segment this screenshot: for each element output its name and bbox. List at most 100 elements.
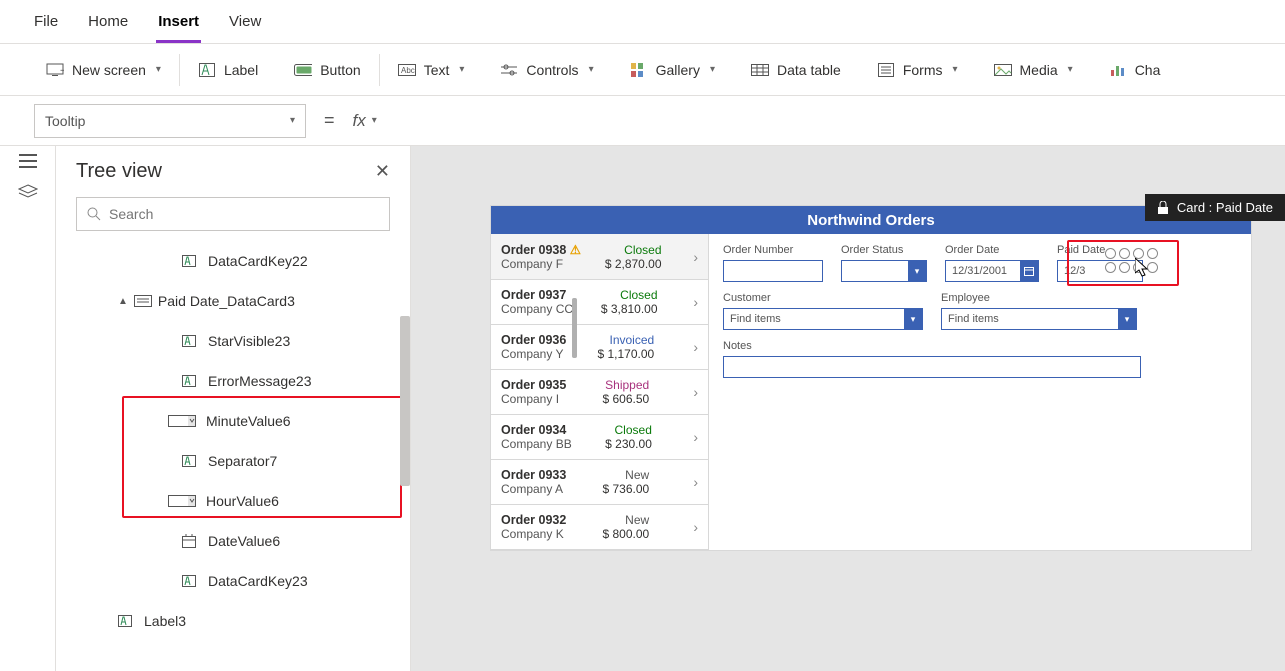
search-icon (87, 207, 101, 221)
table-icon (751, 63, 769, 77)
tree-item[interactable]: Separator7 (56, 441, 410, 481)
order-row[interactable]: Order 0936Company YInvoiced$ 1,170.00› (491, 325, 708, 370)
equals-label: = (324, 110, 335, 131)
fx-button[interactable]: fx ▾ (353, 111, 377, 131)
field-label: Order Number (723, 244, 823, 256)
order-row[interactable]: Order 0938 ⚠Company FClosed$ 2,870.00› (491, 234, 708, 280)
lock-icon (1157, 201, 1169, 215)
menu-home[interactable]: Home (88, 13, 128, 30)
chevron-down-icon: ▾ (1068, 64, 1073, 75)
calendar-icon (180, 534, 198, 548)
field-label: Order Status (841, 244, 927, 256)
tree-item[interactable]: DataCardKey22 (56, 241, 410, 281)
tree-item[interactable]: MinuteValue6 (56, 401, 410, 441)
chevron-down-icon: ▾ (459, 64, 464, 75)
label-icon (180, 375, 198, 387)
button-button[interactable]: Button (276, 44, 378, 95)
order-row[interactable]: Order 0932Company KNew$ 800.00› (491, 505, 708, 550)
tree-item[interactable]: ErrorMessage23 (56, 361, 410, 401)
chevron-down-icon: ▾ (908, 261, 926, 281)
text-button[interactable]: Abc Text ▾ (380, 44, 483, 95)
dropdown-icon (168, 415, 196, 427)
chevron-down-icon: ▾ (372, 115, 377, 126)
order-date-picker[interactable]: 12/31/2001 (945, 260, 1039, 282)
search-input[interactable] (76, 197, 390, 231)
calendar-icon (1020, 261, 1038, 281)
controls-button[interactable]: Controls ▾ (482, 44, 611, 95)
chevron-right-icon: › (693, 294, 698, 310)
data-table-button[interactable]: Data table (733, 44, 859, 95)
formula-input[interactable] (395, 104, 1251, 138)
tree-item[interactable]: Label3 (56, 601, 410, 641)
orders-gallery[interactable]: Order 0938 ⚠Company FClosed$ 2,870.00›Or… (491, 234, 709, 550)
chevron-down-icon: ▾ (952, 64, 957, 75)
forms-icon (877, 63, 895, 77)
label-icon (180, 335, 198, 347)
customer-select[interactable]: Find items▾ (723, 308, 923, 330)
media-button[interactable]: Media ▾ (976, 44, 1091, 95)
tree-title: Tree view (76, 160, 162, 183)
close-icon[interactable]: ✕ (375, 161, 390, 182)
chevron-right-icon: › (693, 249, 698, 265)
charts-button[interactable]: Cha (1091, 44, 1179, 95)
field-label: Employee (941, 292, 1137, 304)
employee-select[interactable]: Find items▾ (941, 308, 1137, 330)
chevron-down-icon: ▾ (1118, 309, 1136, 329)
new-screen-button[interactable]: + New screen ▾ (28, 44, 179, 95)
field-label: Notes (723, 340, 1141, 352)
field-label: Customer (723, 292, 923, 304)
gallery-icon (630, 63, 648, 77)
scrollbar-thumb[interactable] (572, 298, 577, 358)
forms-button[interactable]: Forms ▾ (859, 44, 976, 95)
order-row[interactable]: Order 0935Company IShipped$ 606.50› (491, 370, 708, 415)
paid-date-picker[interactable]: 12/3 (1057, 260, 1143, 282)
menu-insert[interactable]: Insert (158, 13, 199, 30)
order-row[interactable]: Order 0933Company ANew$ 736.00› (491, 460, 708, 505)
chevron-down-icon: ▾ (904, 309, 922, 329)
order-row[interactable]: Order 0934Company BBClosed$ 230.00› (491, 415, 708, 460)
scrollbar-thumb[interactable] (400, 316, 410, 486)
chevron-right-icon: › (693, 429, 698, 445)
form-icon (134, 295, 152, 307)
order-number-input[interactable] (723, 260, 823, 282)
tree-item[interactable]: StarVisible23 (56, 321, 410, 361)
dropdown-icon (168, 495, 196, 507)
tree-item[interactable]: DataCardKey23 (56, 561, 410, 601)
label-icon (116, 615, 134, 627)
property-select[interactable]: Tooltip ▾ (34, 104, 306, 138)
media-icon (994, 63, 1012, 77)
field-label: Paid Date (1057, 244, 1143, 256)
chevron-right-icon: › (693, 519, 698, 535)
label-icon (180, 255, 198, 267)
chevron-down-icon: ▾ (710, 64, 715, 75)
tree-item-expandable[interactable]: ▲ Paid Date_DataCard3 (56, 281, 410, 321)
svg-text:+: + (60, 66, 64, 77)
text-icon: Abc (398, 63, 416, 77)
chevron-down-icon: ▾ (156, 64, 161, 75)
tree-item[interactable]: DateValue6 (56, 521, 410, 561)
selection-tooltip: Card : Paid Date (1145, 194, 1285, 221)
label-icon (180, 575, 198, 587)
chevron-down-icon: ▾ (589, 64, 594, 75)
order-row[interactable]: Order 0937Company CCClosed$ 3,810.00› (491, 280, 708, 325)
hamburger-icon[interactable] (19, 160, 37, 162)
notes-input[interactable] (723, 356, 1141, 378)
label-icon (180, 455, 198, 467)
svg-text:Abc: Abc (401, 66, 415, 75)
label-icon (198, 63, 216, 77)
label-button[interactable]: Label (180, 44, 276, 95)
controls-icon (500, 63, 518, 77)
app-title: Northwind Orders (491, 206, 1251, 234)
screen-icon: + (46, 63, 64, 77)
gallery-button[interactable]: Gallery ▾ (612, 44, 733, 95)
order-status-select[interactable]: ▾ (841, 260, 927, 282)
tree-item[interactable]: HourValue6 (56, 481, 410, 521)
menu-file[interactable]: File (34, 13, 58, 30)
button-icon (294, 63, 312, 77)
chevron-right-icon: › (693, 474, 698, 490)
tree-view-icon[interactable] (18, 184, 38, 200)
canvas-area[interactable]: Northwind Orders Order 0938 ⚠Company FCl… (411, 146, 1285, 671)
chevron-right-icon: › (693, 384, 698, 400)
menu-view[interactable]: View (229, 13, 261, 30)
cursor-icon (1135, 258, 1151, 278)
